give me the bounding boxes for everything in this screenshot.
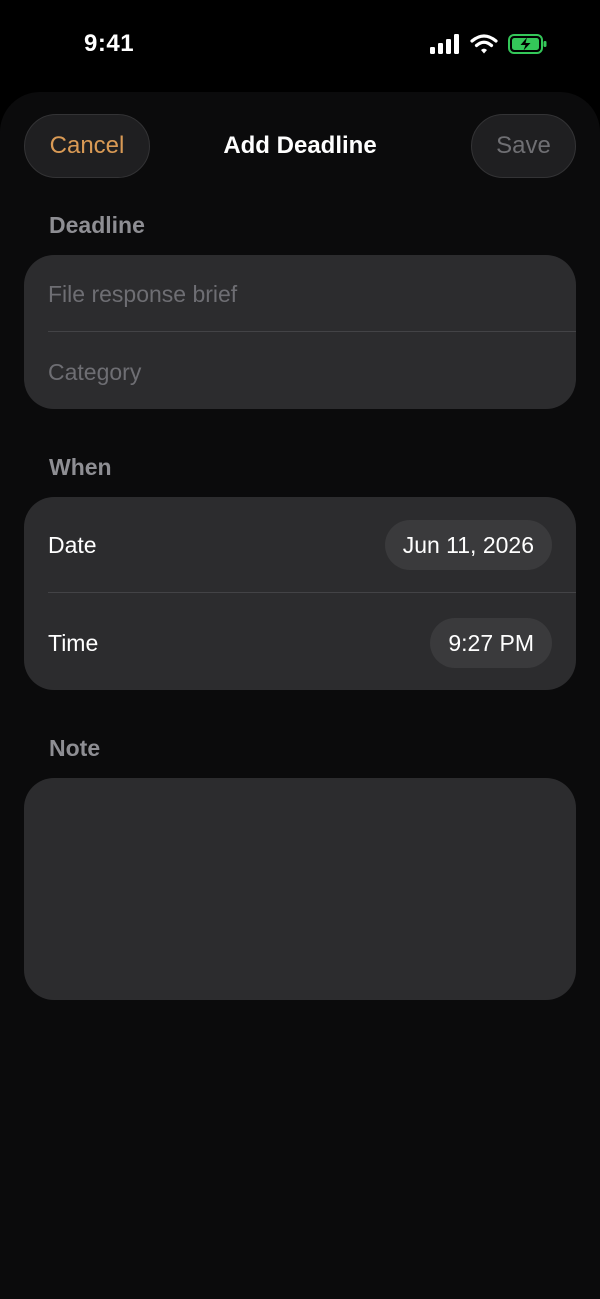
save-button[interactable]: Save bbox=[471, 114, 576, 178]
time-picker-button[interactable]: 9:27 PM bbox=[430, 618, 552, 668]
time-label: Time bbox=[48, 630, 99, 656]
divider bbox=[48, 331, 576, 332]
cellular-signal-icon bbox=[430, 34, 460, 59]
battery-charging-icon bbox=[508, 34, 548, 59]
category-field[interactable] bbox=[48, 352, 552, 392]
wifi-icon bbox=[470, 34, 498, 59]
status-icons bbox=[430, 34, 548, 59]
status-time: 9:41 bbox=[84, 30, 135, 57]
deadline-card bbox=[24, 255, 576, 409]
date-label: Date bbox=[48, 532, 97, 558]
date-picker-button[interactable]: Jun 11, 2026 bbox=[384, 520, 552, 570]
dynamic-island bbox=[208, 20, 394, 74]
note-textarea[interactable] bbox=[48, 798, 552, 978]
note-section-header: Note bbox=[49, 735, 101, 761]
when-card: Date Jun 11, 2026 Time 9:27 PM bbox=[24, 497, 576, 690]
divider bbox=[48, 592, 576, 593]
deadline-title-field[interactable] bbox=[48, 274, 552, 314]
when-section-header: When bbox=[49, 454, 112, 480]
status-bar: 9:41 bbox=[0, 0, 600, 92]
deadline-section-header: Deadline bbox=[49, 212, 145, 238]
note-card bbox=[24, 778, 576, 1000]
